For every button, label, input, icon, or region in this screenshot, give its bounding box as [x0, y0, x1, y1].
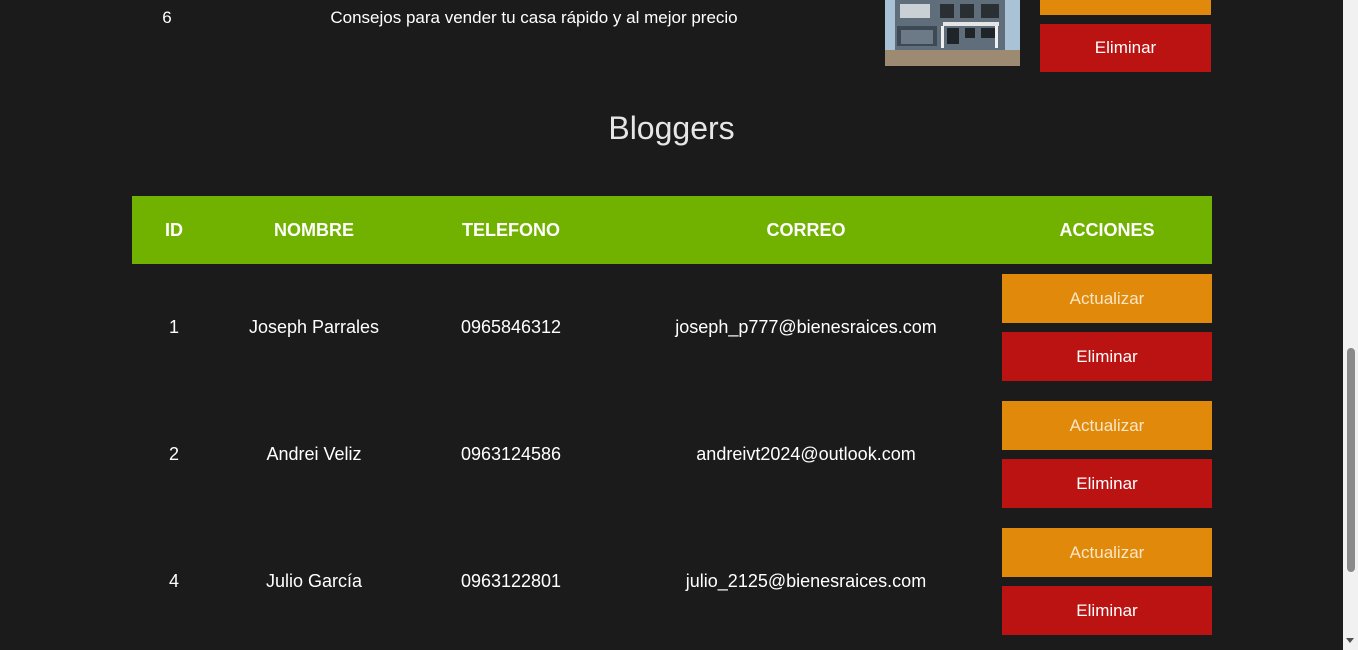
blogger-correo: andreivt2024@outlook.com — [696, 444, 916, 464]
header-acciones: ACCIONES — [1059, 219, 1155, 240]
header-id: ID — [165, 219, 183, 240]
post-image — [885, 0, 1020, 66]
blogger-nombre: Andrei Veliz — [266, 444, 362, 464]
blogger-telefono: 0965846312 — [460, 317, 562, 337]
header-telefono: TELEFONO — [462, 219, 560, 240]
post-delete-button[interactable]: Eliminar — [1040, 24, 1211, 72]
update-button[interactable]: Actualizar — [1002, 528, 1212, 577]
header-nombre: NOMBRE — [274, 219, 354, 240]
blogger-id: 2 — [168, 444, 179, 464]
delete-button[interactable]: Eliminar — [1002, 459, 1212, 508]
blogger-telefono: 0963124586 — [460, 444, 562, 464]
blogger-id: 4 — [168, 571, 179, 591]
post-title: Consejos para vender tu casa rápido y al… — [330, 8, 738, 27]
blogger-nombre: Julio García — [265, 571, 363, 591]
update-button[interactable]: Actualizar — [1002, 274, 1212, 323]
table-row: 1 Joseph Parrales 0965846312 joseph_p777… — [132, 264, 1212, 391]
blogger-telefono: 0963122801 — [460, 571, 562, 591]
post-update-button[interactable] — [1040, 0, 1211, 15]
blogger-actions: Actualizar Eliminar — [1002, 528, 1212, 635]
table-header: ID NOMBRE TELEFONO CORREO ACCIONES — [132, 196, 1212, 264]
blogger-correo: julio_2125@bienesraices.com — [685, 571, 927, 591]
delete-button[interactable]: Eliminar — [1002, 332, 1212, 381]
blogger-actions: Actualizar Eliminar — [1002, 274, 1212, 381]
bloggers-title: Bloggers — [608, 110, 735, 146]
scroll-down-arrow-icon[interactable] — [1346, 638, 1354, 643]
house-image-icon — [885, 0, 1020, 66]
blogger-actions: Actualizar Eliminar — [1002, 401, 1212, 508]
header-correo: CORREO — [766, 219, 846, 240]
page: 6 Consejos para vender tu casa rápido y … — [0, 0, 1343, 650]
blogger-correo: joseph_p777@bienesraices.com — [675, 317, 937, 337]
bloggers-table: ID NOMBRE TELEFONO CORREO ACCIONES 1 Jos… — [132, 196, 1212, 645]
delete-button[interactable]: Eliminar — [1002, 586, 1212, 635]
blogger-nombre: Joseph Parrales — [248, 317, 380, 337]
update-button[interactable]: Actualizar — [1002, 401, 1212, 450]
table-row: 2 Andrei Veliz 0963124586 andreivt2024@o… — [132, 391, 1212, 518]
scrollbar-thumb[interactable] — [1347, 348, 1355, 572]
post-id: 6 — [162, 8, 172, 27]
table-row: 4 Julio García 0963122801 julio_2125@bie… — [132, 518, 1212, 645]
posts-table-row: 6 Consejos para vender tu casa rápido y … — [132, 0, 1212, 72]
blogger-id: 1 — [168, 317, 179, 337]
vertical-scrollbar[interactable] — [1343, 0, 1358, 650]
